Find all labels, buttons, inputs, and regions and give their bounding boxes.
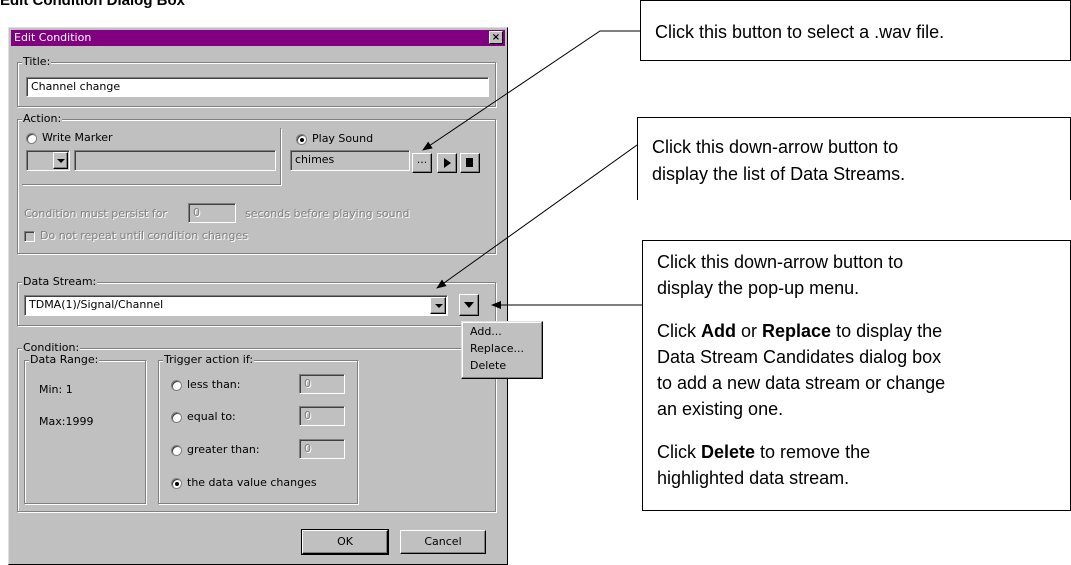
callout-arrow	[436, 144, 638, 289]
callout-popup-line2: display the pop-up menu.	[657, 278, 860, 298]
callout-add-line4: an existing one.	[657, 399, 784, 419]
callout-replace-bold: Replace	[762, 321, 832, 341]
callout-add-line1: Click Add or Replace to display the	[657, 319, 942, 343]
callout-wav-text: Click this button to select a .wav file.	[655, 22, 945, 42]
callout-add-mid: or	[736, 321, 763, 341]
callout-delete-pre: Click	[657, 442, 701, 462]
callout-add-post: to display the	[831, 321, 943, 341]
callout-delete-bold: Delete	[701, 442, 756, 462]
callout-delete-line1: Click Delete to remove the	[657, 440, 870, 464]
callout-popup: Click this down-arrow button to display …	[642, 240, 1071, 511]
callout-delete-line2: highlighted data stream.	[657, 468, 850, 488]
callout-add-bold: Add	[701, 321, 736, 341]
callout-arrow	[422, 30, 640, 151]
callout-add-line2: Data Stream Candidates dialog box	[657, 347, 942, 367]
callout-streams-line1: Click this down-arrow button to	[652, 137, 899, 157]
callout-wav: Click this button to select a .wav file.	[640, 0, 1071, 61]
callout-streams: Click this down-arrow button to display …	[637, 117, 1071, 200]
callout-add-line3: to add a new data stream or change	[657, 373, 946, 393]
callout-delete-post: to remove the	[755, 442, 871, 462]
callout-streams-line2: display the list of Data Streams.	[652, 164, 906, 184]
callout-popup-line1: Click this down-arrow button to	[657, 252, 904, 272]
callout-add-pre: Click	[657, 321, 701, 341]
